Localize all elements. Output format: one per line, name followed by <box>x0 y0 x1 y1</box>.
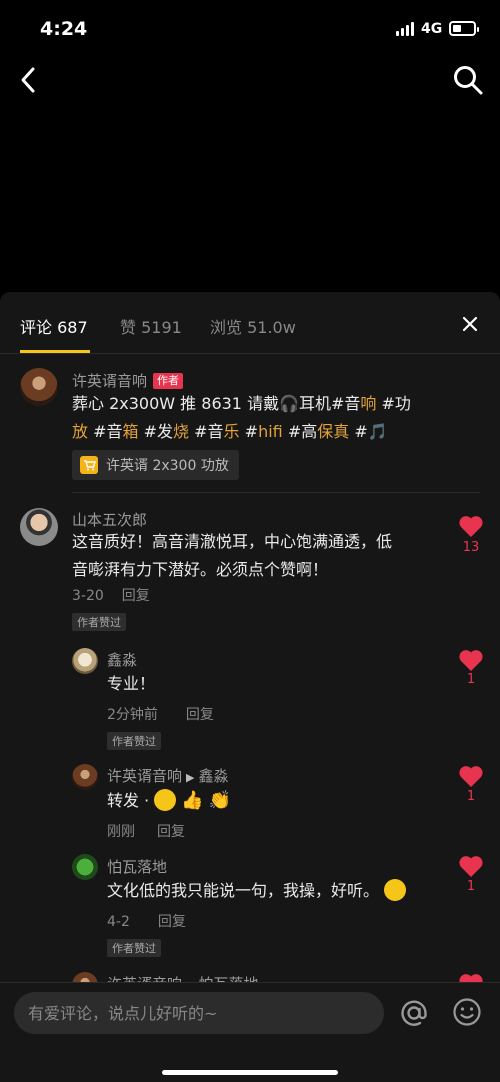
author-tag: 作者 <box>153 373 184 389</box>
post-author[interactable]: 许英谞音响 作者 <box>72 370 184 391</box>
like-count: 1 <box>466 672 476 687</box>
status-time: 4:24 <box>40 18 88 40</box>
tab-comments[interactable]: 评论 687 <box>20 314 88 338</box>
search-icon[interactable] <box>452 64 484 96</box>
home-indicator[interactable] <box>162 1070 338 1075</box>
close-icon[interactable] <box>458 312 482 336</box>
cart-icon <box>80 456 98 474</box>
reply-button[interactable]: 回复 <box>186 707 214 723</box>
post-text: 葬心 2x300W 推 8631 请戴🎧耳机#音响 #功 放 #音箱 #发烧 #… <box>72 394 411 441</box>
thumbs-up-icon: 👍 <box>181 790 204 811</box>
heart-icon[interactable] <box>458 854 484 882</box>
product-link[interactable]: 许英谞 2x300 功放 <box>72 450 239 480</box>
reply-author[interactable]: 怕瓦落地 <box>107 856 167 877</box>
author-liked-badge: 作者赞过 <box>107 939 161 957</box>
shocked-emoji-icon <box>154 789 177 811</box>
reply-meta: 2分钟前 回复 <box>107 707 214 723</box>
reply-text: 文化低的我只能说一句，我操，好听。 <box>107 877 407 905</box>
avatar[interactable] <box>72 648 98 674</box>
reply-button[interactable]: 回复 <box>122 588 150 604</box>
reply-button[interactable]: 回复 <box>158 914 186 930</box>
author-liked-badge: 作者赞过 <box>72 613 126 631</box>
comment-text: 这音质好！高音清澈悦耳，中心饱满通透，低 音嘭湃有力下潜好。必须点个赞啊！ <box>72 532 393 579</box>
like-count: 1 <box>466 789 476 804</box>
reply-text: 专业！ <box>107 674 156 693</box>
avatar[interactable] <box>72 854 98 880</box>
reply-meta: 4-2 回复 <box>107 914 186 930</box>
active-tab-indicator <box>20 350 90 353</box>
tab-views[interactable]: 浏览 51.0w <box>210 314 296 338</box>
tab-likes[interactable]: 赞 5191 <box>120 314 182 338</box>
comment-input-bar <box>0 982 500 1082</box>
clap-icon: 👏 <box>208 790 232 811</box>
comment-input[interactable] <box>14 992 384 1034</box>
comment-meta: 3-20 回复 <box>72 588 150 604</box>
reply-author[interactable]: 鑫淼 <box>107 649 137 670</box>
reply-arrow-icon: ▶ <box>186 771 195 784</box>
signal-icon <box>396 22 414 36</box>
reply-author[interactable]: 许英谞音响 ▶ 鑫淼 <box>107 765 229 786</box>
battery-icon <box>449 21 479 36</box>
emoji-icon[interactable] <box>452 997 482 1027</box>
product-label: 许英谞 2x300 功放 <box>106 458 229 474</box>
network-type: 4G <box>421 21 443 37</box>
reply-button[interactable]: 回复 <box>157 824 185 840</box>
heart-icon[interactable] <box>458 764 484 792</box>
comment-tabs: 评论 687 赞 5191 浏览 51.0w <box>0 292 500 354</box>
reply-text: 转发 · 👍 👏 <box>107 789 232 811</box>
at-icon[interactable] <box>398 997 430 1029</box>
comment-author[interactable]: 山本五次郎 <box>72 509 147 530</box>
grin-emoji-icon <box>384 879 407 901</box>
heart-icon[interactable] <box>458 514 484 542</box>
comment-sheet: 评论 687 赞 5191 浏览 51.0w 许英谞音响 作者 葬心 2x300W… <box>0 292 500 1082</box>
status-bar: 4:24 4G <box>0 0 500 60</box>
reply-meta: 刚刚 回复 <box>107 824 185 840</box>
back-arrow-icon[interactable] <box>18 64 42 96</box>
like-count: 13 <box>462 540 480 555</box>
avatar[interactable] <box>72 764 98 790</box>
avatar[interactable] <box>20 508 58 546</box>
author-liked-badge: 作者赞过 <box>107 732 161 750</box>
like-count: 1 <box>466 879 476 894</box>
divider <box>72 492 480 493</box>
avatar[interactable] <box>20 368 58 406</box>
